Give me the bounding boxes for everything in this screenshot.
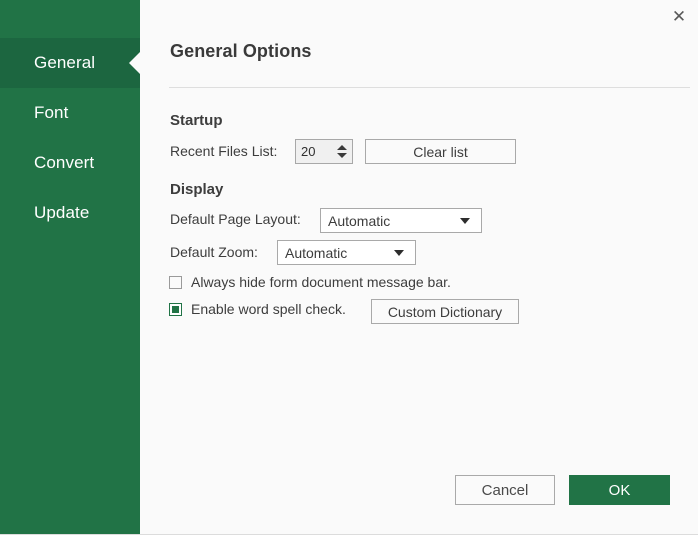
sidebar-item-font[interactable]: Font: [0, 88, 140, 138]
recent-files-value: 20: [301, 144, 316, 159]
spell-check-label: Enable word spell check.: [191, 301, 346, 317]
close-icon[interactable]: ✕: [660, 0, 698, 34]
cancel-button[interactable]: Cancel: [455, 475, 555, 505]
sidebar-nav: General Font Convert Update: [0, 0, 140, 534]
sidebar-item-label: Convert: [34, 153, 95, 172]
title-divider: [169, 87, 690, 88]
options-dialog: General Font Convert Update ✕ General Op…: [0, 0, 698, 535]
sidebar-item-convert[interactable]: Convert: [0, 138, 140, 188]
hide-message-bar-checkbox-row[interactable]: Always hide form document message bar.: [169, 274, 451, 290]
triangle-up-icon[interactable]: [337, 145, 347, 150]
sidebar-item-label: Update: [34, 203, 90, 222]
default-zoom-value: Automatic: [285, 244, 348, 261]
sidebar-item-general[interactable]: General: [0, 38, 140, 88]
triangle-down-icon[interactable]: [337, 153, 347, 158]
spell-check-checkbox[interactable]: [169, 302, 182, 316]
sidebar-item-update[interactable]: Update: [0, 188, 140, 238]
default-page-layout-label: Default Page Layout:: [170, 211, 301, 227]
recent-files-stepper[interactable]: 20: [295, 139, 353, 164]
hide-message-bar-label: Always hide form document message bar.: [191, 274, 451, 290]
section-heading-display: Display: [170, 181, 224, 198]
default-page-layout-select[interactable]: Automatic: [320, 208, 482, 233]
selected-indicator-arrow-icon: [129, 52, 140, 74]
spell-check-checkbox-row[interactable]: Enable word spell check.: [169, 301, 346, 317]
hide-message-bar-checkbox[interactable]: [169, 275, 182, 289]
clear-list-button[interactable]: Clear list: [365, 139, 516, 164]
default-zoom-label: Default Zoom:: [170, 244, 258, 260]
chevron-down-icon: [394, 249, 404, 256]
sidebar-item-label: Font: [34, 103, 69, 122]
chevron-down-icon: [460, 217, 470, 224]
stepper-arrows: [335, 140, 352, 163]
custom-dictionary-button[interactable]: Custom Dictionary: [371, 299, 519, 324]
section-heading-startup: Startup: [170, 112, 223, 129]
ok-button[interactable]: OK: [569, 475, 670, 505]
sidebar-item-label: General: [34, 53, 96, 72]
recent-files-label: Recent Files List:: [170, 143, 278, 159]
options-panel: ✕ General Options Startup Recent Files L…: [140, 0, 698, 534]
page-title: General Options: [170, 41, 312, 61]
default-page-layout-value: Automatic: [328, 212, 391, 229]
default-zoom-select[interactable]: Automatic: [277, 240, 416, 265]
